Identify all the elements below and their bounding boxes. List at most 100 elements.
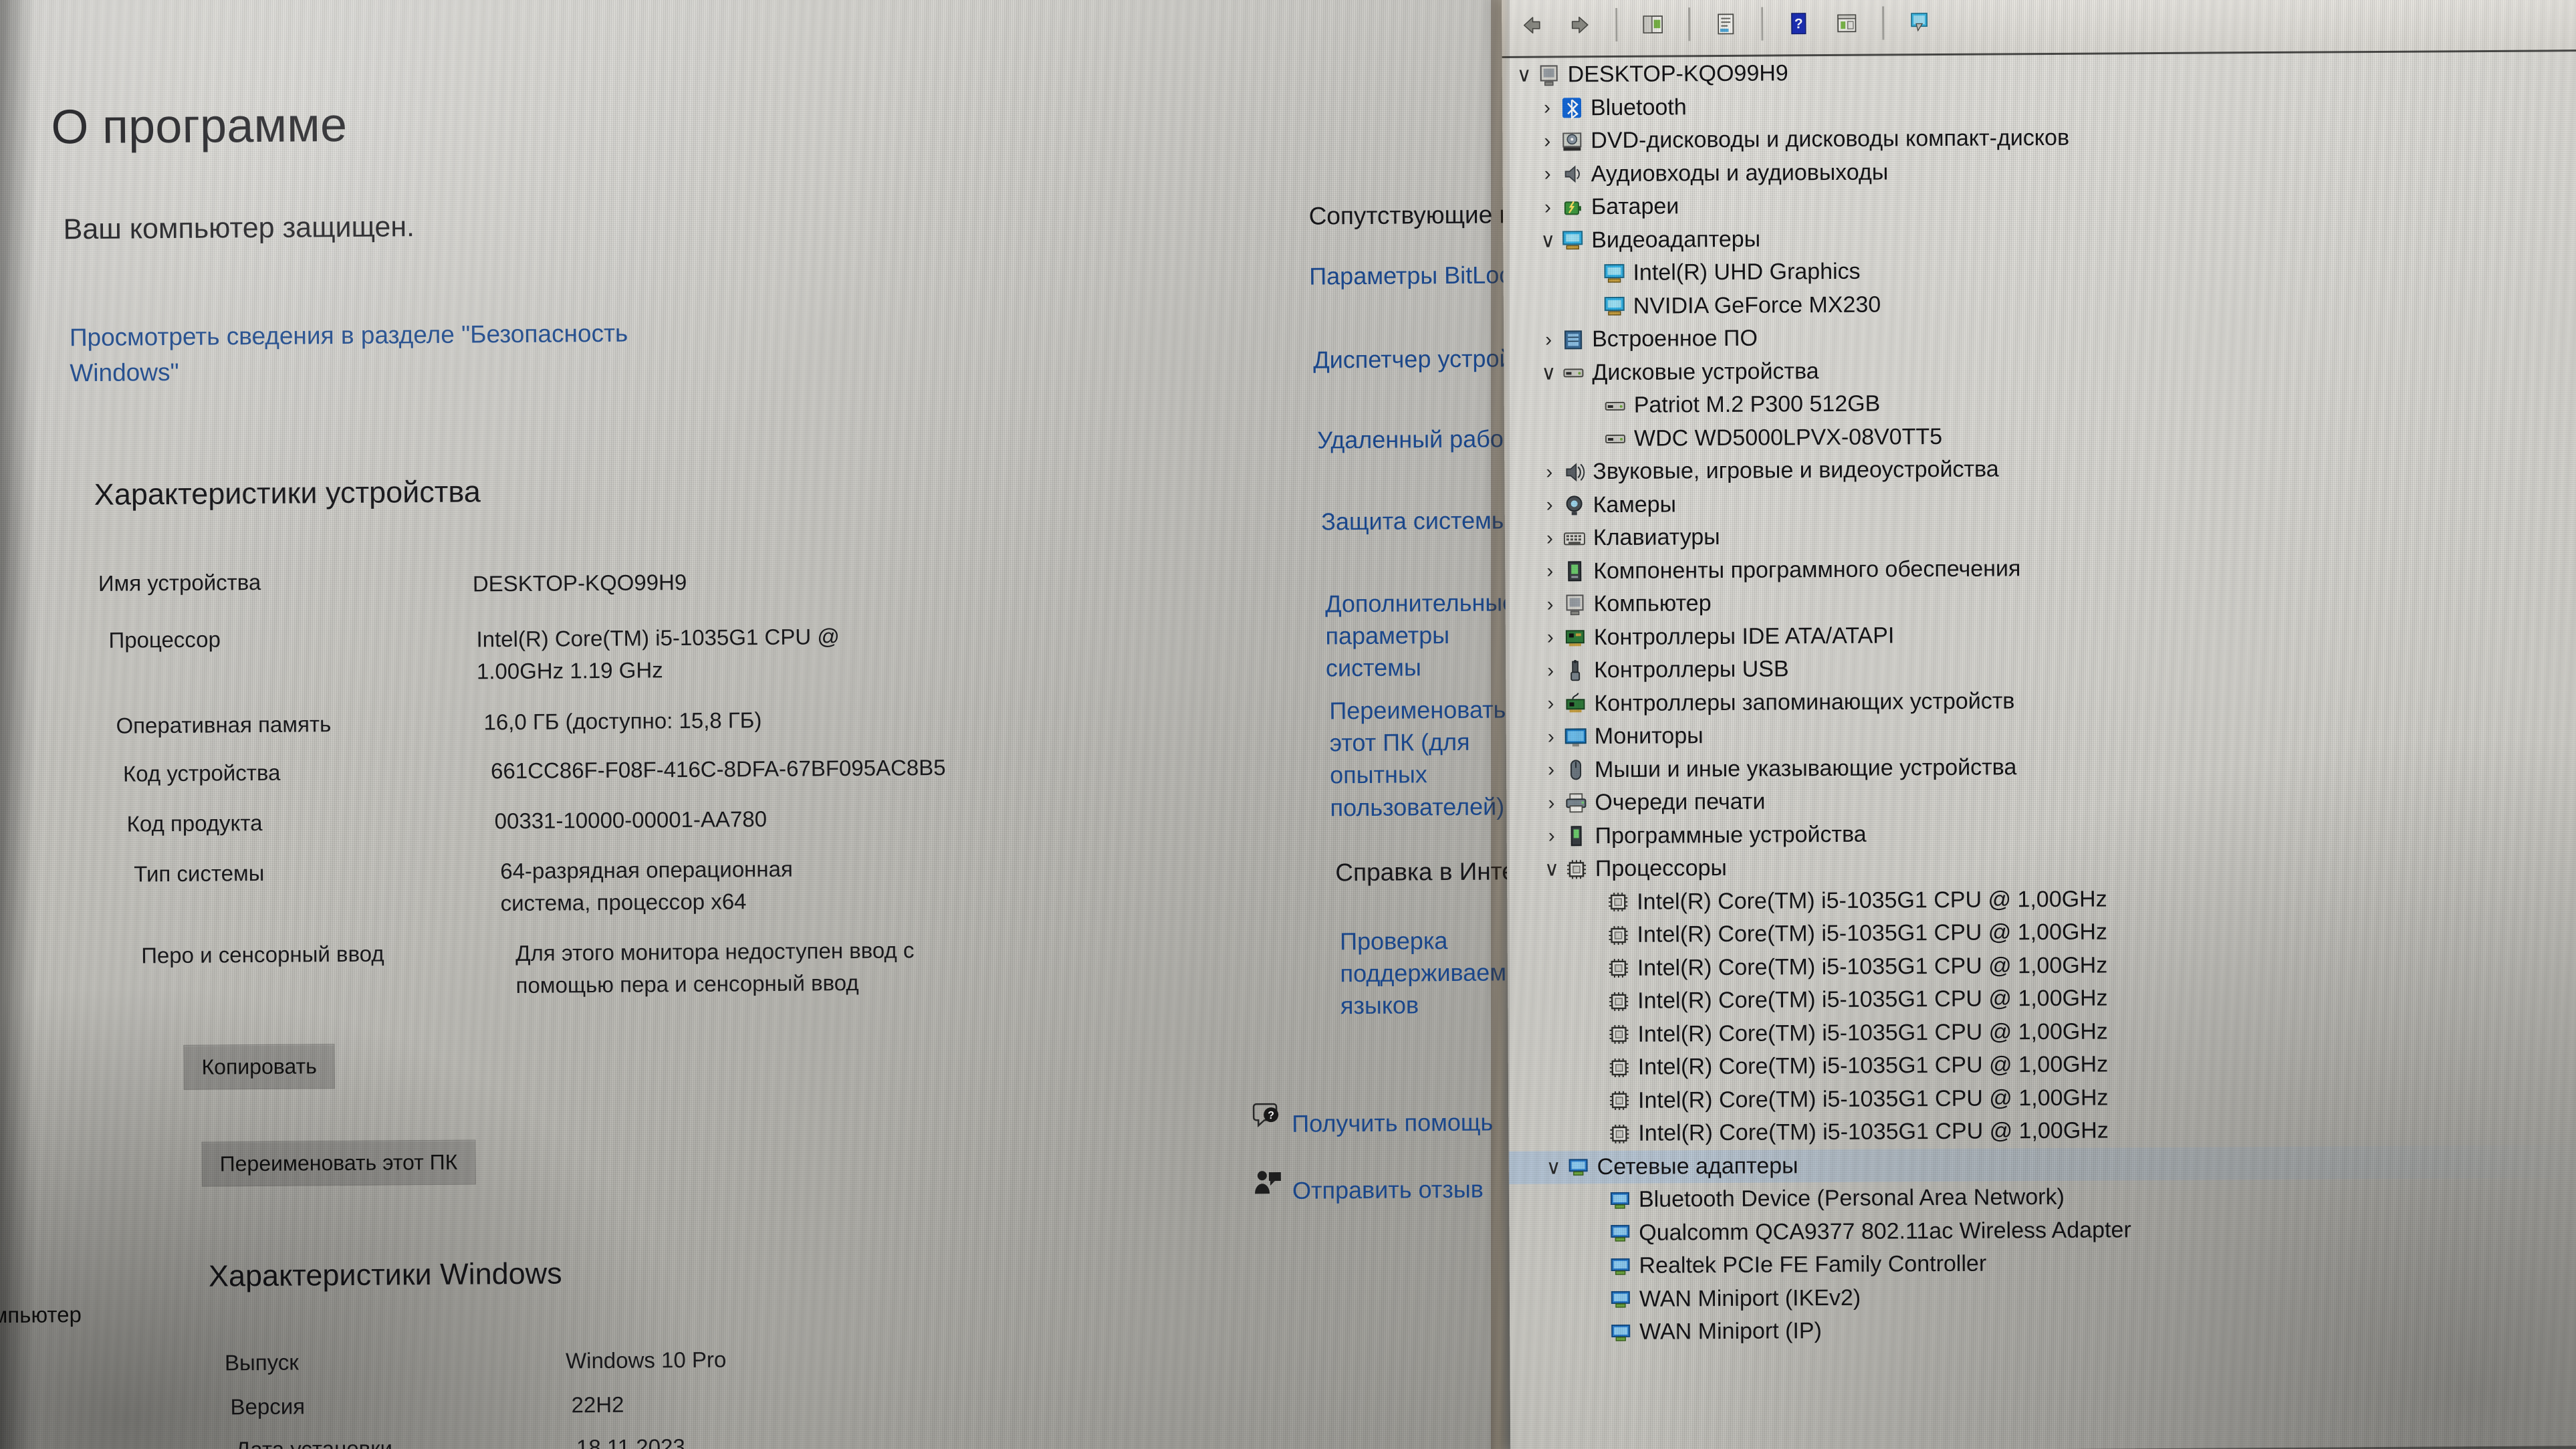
device-tree-node-label: Батареи bbox=[1591, 193, 1679, 220]
toolbar-divider bbox=[1615, 7, 1618, 41]
properties-icon[interactable] bbox=[1705, 3, 1746, 45]
copy-button[interactable]: Копировать bbox=[183, 1044, 336, 1090]
processor-icon bbox=[1607, 1122, 1631, 1146]
spec-value: 661CC86F-F08F-416C-8DFA-67BF095AC8B5 bbox=[490, 754, 946, 784]
device-tree-node-label: Qualcomm QCA9377 802.11ac Wireless Adapt… bbox=[1639, 1217, 2131, 1246]
spec-label: Оперативная память bbox=[116, 711, 332, 738]
send-feedback-link[interactable]: Отправить отзыв bbox=[1292, 1174, 1484, 1207]
device-tree-node-label: Дисковые устройства bbox=[1592, 358, 1819, 385]
chevron-right-icon[interactable]: › bbox=[1538, 726, 1564, 748]
storage-controller-icon bbox=[1563, 691, 1587, 715]
chevron-right-icon[interactable]: › bbox=[1537, 527, 1562, 550]
chevron-down-icon[interactable]: ∨ bbox=[1541, 1155, 1566, 1179]
device-tree-node-label: Bluetooth bbox=[1590, 94, 1687, 120]
windows-specs-heading: Характеристики Windows bbox=[208, 1256, 562, 1293]
scan-for-hardware-changes-icon[interactable] bbox=[1826, 3, 1867, 44]
spec-value: 22H2 bbox=[571, 1391, 624, 1418]
settings-about-window: О программе Ваш компьютер защищен. Просм… bbox=[0, 0, 1627, 1449]
spec-value: Windows 10 Pro bbox=[565, 1347, 727, 1373]
system-protection-link[interactable]: Защита системы bbox=[1321, 504, 1509, 538]
chevron-down-icon[interactable]: ∨ bbox=[1512, 64, 1537, 87]
chevron-right-icon[interactable]: › bbox=[1534, 97, 1560, 120]
device-tree-node[interactable]: WAN Miniport (IP) bbox=[1510, 1310, 2576, 1349]
back-arrow-icon[interactable] bbox=[1511, 5, 1552, 46]
processor-icon bbox=[1607, 956, 1631, 980]
processor-icon bbox=[1607, 1056, 1631, 1080]
chevron-right-icon[interactable]: › bbox=[1537, 494, 1562, 517]
device-tree-node-label: Realtek PCIe FE Family Controller bbox=[1639, 1250, 1987, 1279]
device-tree-node-label: Intel(R) UHD Graphics bbox=[1633, 258, 1861, 286]
spec-label: Тип системы bbox=[134, 860, 265, 887]
chevron-right-icon[interactable]: › bbox=[1535, 163, 1560, 186]
spec-label: Дата установки bbox=[235, 1436, 393, 1449]
show-hide-console-tree-icon[interactable] bbox=[1632, 3, 1673, 45]
chevron-down-icon[interactable]: ∨ bbox=[1536, 361, 1561, 384]
battery-icon bbox=[1560, 195, 1585, 219]
device-specs-heading: Характеристики устройства bbox=[94, 474, 481, 512]
spec-value: 00331-10000-00001-AA780 bbox=[494, 806, 768, 834]
device-tree-node-label: Звуковые, игровые и видеоустройства bbox=[1593, 456, 1999, 485]
software-device-icon bbox=[1564, 824, 1589, 848]
device-tree-node-label: WAN Miniport (IKEv2) bbox=[1639, 1285, 1861, 1312]
svg-text:?: ? bbox=[1794, 16, 1803, 31]
toolbar-divider bbox=[1761, 7, 1764, 41]
chevron-right-icon[interactable]: › bbox=[1535, 196, 1560, 219]
page-title: О программе bbox=[51, 98, 348, 154]
spec-value: 16,0 ГБ (доступно: 15,8 ГБ) bbox=[483, 707, 762, 735]
device-tree-node-label: Процессоры bbox=[1595, 855, 1728, 882]
device-manager-tree[interactable]: ∨ DESKTOP-KQO99H9 › Bluetooth › DVD-дисководы… bbox=[1502, 52, 2576, 1449]
device-tree-node-label: Камеры bbox=[1593, 491, 1677, 518]
chevron-right-icon[interactable]: › bbox=[1538, 693, 1563, 715]
network-icon bbox=[1609, 1287, 1633, 1311]
device-tree-node-label: Встроенное ПО bbox=[1592, 325, 1758, 352]
device-tree-node-label: Компьютер bbox=[1593, 590, 1712, 617]
spec-value: 64-разрядная операционная система, проце… bbox=[500, 856, 793, 915]
disk-icon bbox=[1603, 394, 1627, 418]
processor-icon bbox=[1607, 990, 1631, 1014]
update-driver-icon[interactable] bbox=[1899, 2, 1940, 43]
device-tree-node-label: Сетевые адаптеры bbox=[1597, 1153, 1798, 1180]
device-tree-node-label: Bluetooth Device (Personal Area Network) bbox=[1638, 1184, 2065, 1213]
device-tree-node-label: Intel(R) Core(TM) i5-1035G1 CPU @ 1,00GH… bbox=[1637, 886, 2107, 915]
device-tree-node-label: Patriot M.2 P300 512GB bbox=[1633, 391, 1881, 419]
firmware-icon bbox=[1561, 328, 1585, 352]
sidebar-nav-sliver[interactable]: компьютер bbox=[0, 1302, 82, 1328]
processor-icon bbox=[1607, 1089, 1631, 1113]
printer-icon bbox=[1564, 791, 1588, 815]
display-adapter-icon bbox=[1602, 261, 1626, 286]
keyboard-icon bbox=[1562, 526, 1587, 550]
spec-value: Intel(R) Core(TM) i5-1035G1 CPU @ 1.00GH… bbox=[476, 624, 840, 683]
spec-label: Перо и сенсорный ввод bbox=[141, 941, 384, 968]
windows-security-link[interactable]: Просмотреть сведения в разделе "Безопасн… bbox=[70, 315, 739, 391]
device-tree-node-label: Видеоадаптеры bbox=[1591, 226, 1761, 253]
chevron-right-icon[interactable]: › bbox=[1536, 328, 1561, 351]
spec-label: Код устройства bbox=[122, 760, 281, 786]
device-tree-node-label: WAN Miniport (IP) bbox=[1639, 1318, 1822, 1345]
monitor-icon bbox=[1564, 725, 1588, 749]
rename-pc-button[interactable]: Переименовать этот ПК bbox=[201, 1139, 476, 1187]
device-tree-node-label: Контроллеры запоминающих устройств bbox=[1594, 688, 2015, 716]
toolbar-divider bbox=[1882, 6, 1885, 40]
spec-label: Код продукта bbox=[126, 810, 263, 837]
network-icon bbox=[1608, 1221, 1632, 1245]
chevron-down-icon[interactable]: ∨ bbox=[1535, 229, 1560, 252]
chevron-right-icon[interactable]: › bbox=[1537, 560, 1562, 583]
processor-icon bbox=[1606, 890, 1630, 914]
get-help-link[interactable]: Получить помощь bbox=[1292, 1107, 1493, 1141]
chevron-right-icon[interactable]: › bbox=[1538, 759, 1564, 782]
device-tree-node-label: Intel(R) Core(TM) i5-1035G1 CPU @ 1,00GH… bbox=[1637, 952, 2108, 981]
chevron-right-icon[interactable]: › bbox=[1539, 825, 1564, 848]
chevron-right-icon[interactable]: › bbox=[1537, 593, 1562, 616]
network-icon bbox=[1609, 1254, 1633, 1278]
chevron-right-icon[interactable]: › bbox=[1538, 659, 1563, 682]
protection-status-text: Ваш компьютер защищен. bbox=[63, 211, 415, 246]
forward-arrow-icon[interactable] bbox=[1559, 4, 1601, 45]
device-manager-toolbar: ? bbox=[1502, 0, 2576, 58]
chevron-down-icon[interactable]: ∨ bbox=[1539, 858, 1564, 881]
chevron-right-icon[interactable]: › bbox=[1538, 627, 1563, 649]
chevron-right-icon[interactable]: › bbox=[1534, 130, 1560, 152]
spec-value: DESKTOP-KQO99H9 bbox=[472, 569, 687, 596]
help-icon[interactable]: ? bbox=[1778, 3, 1819, 44]
chevron-right-icon[interactable]: › bbox=[1538, 792, 1564, 814]
chevron-right-icon[interactable]: › bbox=[1536, 461, 1562, 483]
